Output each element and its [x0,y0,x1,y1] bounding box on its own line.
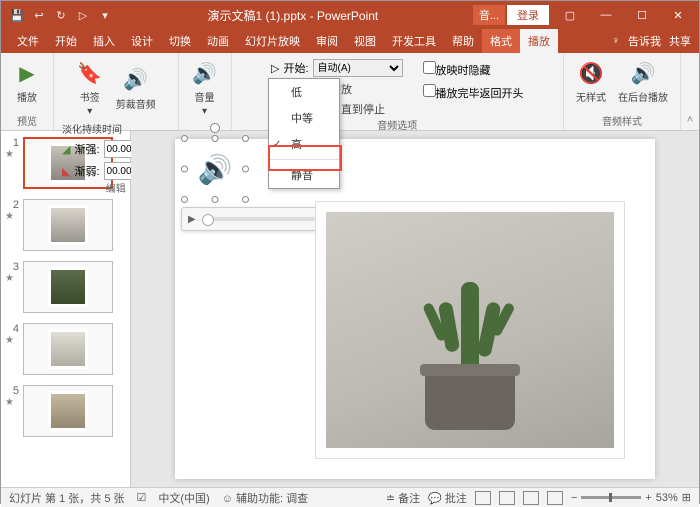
no-style-button[interactable]: 🔇 无样式 [572,57,610,106]
tab-playback[interactable]: 播放 [520,29,558,53]
bookmark-button[interactable]: 🔖 书签 ▾ [72,57,108,119]
play-button[interactable]: ▶ 播放 [9,57,45,106]
status-bar: 幻灯片 第 1 张，共 5 张 ☑ 中文(中国) ☺ 辅助功能: 调查 ≐ 备注… [1,487,699,507]
play-background-button[interactable]: 🔊 在后台播放 [614,57,672,106]
fade-in-icon: ◢ [62,143,70,156]
tab-design[interactable]: 设计 [123,29,161,53]
accessibility[interactable]: ☺ 辅助功能: 调查 [222,490,308,506]
no-style-icon: 🔇 [577,59,605,87]
tab-animation[interactable]: 动画 [199,29,237,53]
thumbnail-5[interactable]: 5★ [5,385,126,437]
tab-format[interactable]: 格式 [482,29,520,53]
start-icon: ▷ [271,62,279,75]
normal-view-icon[interactable] [475,491,491,505]
bookmark-icon: 🔖 [76,59,104,87]
group-bookmark: 🔖 书签 ▾ 🔊 剪裁音频 淡化持续时间 ◢ 渐强: ▴▾ ◣ 渐弱: ▴▾ [54,53,179,130]
thumbnail-2[interactable]: 2★ [5,199,126,251]
window-title: 演示文稿1 (1).pptx - PowerPoint [113,7,473,24]
ribbon-options-icon[interactable]: ▢ [553,5,587,25]
zoom-control: − + 53% ⊞ [571,491,691,504]
comments-button[interactable]: 💬 批注 [428,490,467,506]
slideshow-view-icon[interactable] [547,491,563,505]
window-controls: ▢ — ☐ ✕ [553,5,695,25]
volume-icon: 🔊 [191,59,219,87]
zoom-slider[interactable] [581,496,641,499]
volume-mute[interactable]: 静音 [269,162,339,188]
minimize-button[interactable]: — [589,5,623,25]
slideshow-icon[interactable]: ▷ [75,7,91,23]
resize-handle[interactable] [242,196,249,203]
resize-handle[interactable] [242,135,249,142]
start-select[interactable]: 自动(A) [313,59,403,77]
volume-high[interactable]: 高 [269,131,339,157]
collapse-ribbon-icon[interactable]: ˄ [681,53,699,130]
fit-view-icon[interactable]: ⊞ [682,491,691,504]
title-bar: 💾 ↩ ↻ ▷ ▾ 演示文稿1 (1).pptx - PowerPoint 音.… [1,1,699,29]
login-button[interactable]: 登录 [507,5,549,25]
player-play-icon[interactable]: ▶ [188,214,196,225]
hide-checkbox[interactable]: 放映时隐藏 [423,61,491,78]
rewind-checkbox[interactable]: 播放完毕返回开头 [423,84,524,101]
audio-context-label: 音... [473,5,505,25]
trim-audio-button[interactable]: 🔊 剪裁音频 [112,64,160,113]
redo-icon[interactable]: ↻ [53,7,69,23]
photo-frame [315,201,625,459]
thumbnail-3[interactable]: 3★ [5,261,126,313]
thumbnail-4[interactable]: 4★ [5,323,126,375]
player-track[interactable] [202,217,324,221]
resize-handle[interactable] [181,196,188,203]
tab-insert[interactable]: 插入 [85,29,123,53]
slide-canvas[interactable]: 🔊 ▶ ◀ ▶ 00:00.00 🔊 [131,131,699,487]
tab-dev[interactable]: 开发工具 [384,29,444,53]
ribbon: ▶ 播放 预览 🔖 书签 ▾ 🔊 剪裁音频 淡化持续时间 ◢ 渐强: ▴▾ [1,53,699,131]
spell-icon[interactable]: ☑ [137,491,147,504]
group-audio-style: 🔇 无样式 🔊 在后台播放 音频样式 [564,53,681,130]
group-preview: ▶ 播放 预览 [1,53,54,130]
rotate-handle[interactable] [210,123,220,133]
close-button[interactable]: ✕ [661,5,695,25]
audio-object[interactable]: 🔊 [185,139,245,199]
tab-transition[interactable]: 切换 [161,29,199,53]
ribbon-tabs: 文件 开始 插入 设计 切换 动画 幻灯片放映 审阅 视图 开发工具 帮助 格式… [1,29,699,53]
qat-more-icon[interactable]: ▾ [97,7,113,23]
bg-play-icon: 🔊 [629,59,657,87]
undo-icon[interactable]: ↩ [31,7,47,23]
reading-view-icon[interactable] [523,491,539,505]
speaker-icon: 🔊 [193,147,237,191]
zoom-level[interactable]: 53% [656,492,678,504]
slide: 🔊 ▶ ◀ ▶ 00:00.00 🔊 [175,139,655,479]
tab-home[interactable]: 开始 [47,29,85,53]
speaker-icon: 🔊 [122,66,150,94]
quick-access-toolbar: 💾 ↩ ↻ ▷ ▾ [5,7,113,23]
tab-review[interactable]: 审阅 [308,29,346,53]
menu-separator [269,159,339,160]
fade-out-icon: ◣ [62,165,70,178]
slide-count: 幻灯片 第 1 张，共 5 张 [9,490,125,506]
volume-button[interactable]: 🔊 音量 ▾ [187,57,223,119]
save-icon[interactable]: 💾 [9,7,25,23]
lightbulb-icon: ♀ [612,35,620,47]
group-volume: 🔊 音量 ▾ [179,53,232,130]
tab-file[interactable]: 文件 [9,29,47,53]
zoom-out[interactable]: − [571,492,577,504]
resize-handle[interactable] [181,166,188,173]
tab-help[interactable]: 帮助 [444,29,482,53]
language[interactable]: 中文(中国) [158,490,209,506]
sorter-view-icon[interactable] [499,491,515,505]
tab-slideshow[interactable]: 幻灯片放映 [237,29,308,53]
resize-handle[interactable] [212,135,219,142]
volume-medium[interactable]: 中等 [269,105,339,131]
share-button[interactable]: 共享 [669,33,691,49]
resize-handle[interactable] [242,166,249,173]
zoom-in[interactable]: + [645,492,651,504]
volume-low[interactable]: 低 [269,79,339,105]
play-icon: ▶ [13,59,41,87]
notes-button[interactable]: ≐ 备注 [386,490,420,506]
resize-handle[interactable] [212,196,219,203]
resize-handle[interactable] [181,135,188,142]
volume-dropdown: 低 中等 高 静音 [268,78,340,189]
maximize-button[interactable]: ☐ [625,5,659,25]
tab-view[interactable]: 视图 [346,29,384,53]
tell-me[interactable]: 告诉我 [628,33,661,49]
